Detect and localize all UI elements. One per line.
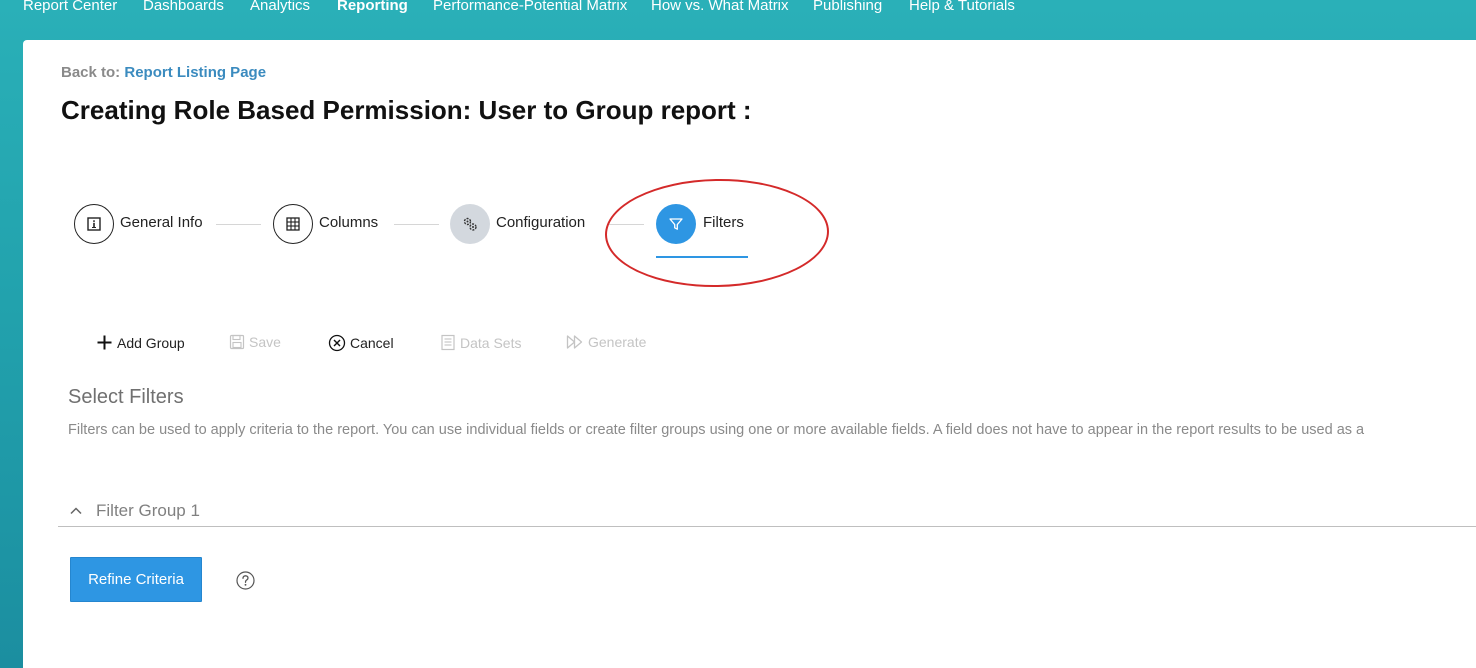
nav-publishing[interactable]: Publishing [813, 0, 882, 14]
grid-icon [286, 217, 300, 231]
add-group-button[interactable]: Add Group [96, 334, 185, 351]
info-icon [87, 217, 101, 231]
nav-report-center[interactable]: Report Center [23, 0, 117, 14]
step-connector [216, 224, 261, 225]
step-general-info-label[interactable]: General Info [120, 214, 203, 231]
cancel-icon [328, 334, 346, 352]
data-sets-button[interactable]: Data Sets [440, 334, 521, 351]
top-navigation: Report Center Dashboards Analytics Repor… [0, 0, 1476, 40]
nav-dashboards[interactable]: Dashboards [143, 0, 224, 14]
save-icon [229, 334, 245, 350]
nav-performance-potential-matrix[interactable]: Performance-Potential Matrix [433, 0, 627, 14]
step-columns-circle[interactable] [273, 204, 313, 244]
step-columns-label[interactable]: Columns [319, 214, 378, 231]
nav-how-vs-what-matrix[interactable]: How vs. What Matrix [651, 0, 789, 14]
plus-icon [97, 335, 112, 350]
chevron-up-icon [70, 507, 82, 515]
cancel-button[interactable]: Cancel [328, 334, 394, 352]
page-title: Creating Role Based Permission: User to … [61, 95, 752, 125]
main-panel: Back to: Report Listing Page Creating Ro… [23, 40, 1476, 668]
nav-help-tutorials[interactable]: Help & Tutorials [909, 0, 1015, 14]
step-general-info-circle[interactable] [74, 204, 114, 244]
nav-reporting[interactable]: Reporting [337, 0, 408, 14]
add-group-label: Add Group [117, 334, 185, 351]
save-label: Save [249, 334, 281, 350]
filter-group-label: Filter Group 1 [96, 501, 200, 520]
data-sets-icon [441, 334, 455, 351]
cancel-label: Cancel [350, 335, 394, 351]
refine-criteria-button[interactable]: Refine Criteria [70, 557, 202, 602]
nav-analytics[interactable]: Analytics [250, 0, 310, 14]
save-button[interactable]: Save [229, 334, 281, 350]
group-divider [58, 526, 1476, 527]
gears-icon [463, 217, 477, 231]
filter-group-header[interactable]: Filter Group 1 [68, 501, 200, 521]
step-configuration-circle[interactable] [450, 204, 490, 244]
help-icon[interactable] [236, 571, 255, 590]
fast-forward-icon [566, 335, 583, 349]
section-description: Filters can be used to apply criteria to… [68, 422, 1365, 438]
report-listing-link[interactable]: Report Listing Page [124, 64, 266, 81]
generate-button[interactable]: Generate [566, 334, 646, 350]
step-configuration-label[interactable]: Configuration [496, 214, 585, 231]
section-title: Select Filters [68, 386, 184, 408]
breadcrumb: Back to: Report Listing Page [61, 64, 266, 81]
back-prefix: Back to: [61, 64, 121, 81]
generate-label: Generate [588, 334, 647, 350]
data-sets-label: Data Sets [460, 334, 522, 351]
annotation-ellipse [604, 177, 830, 289]
step-connector [394, 224, 439, 225]
